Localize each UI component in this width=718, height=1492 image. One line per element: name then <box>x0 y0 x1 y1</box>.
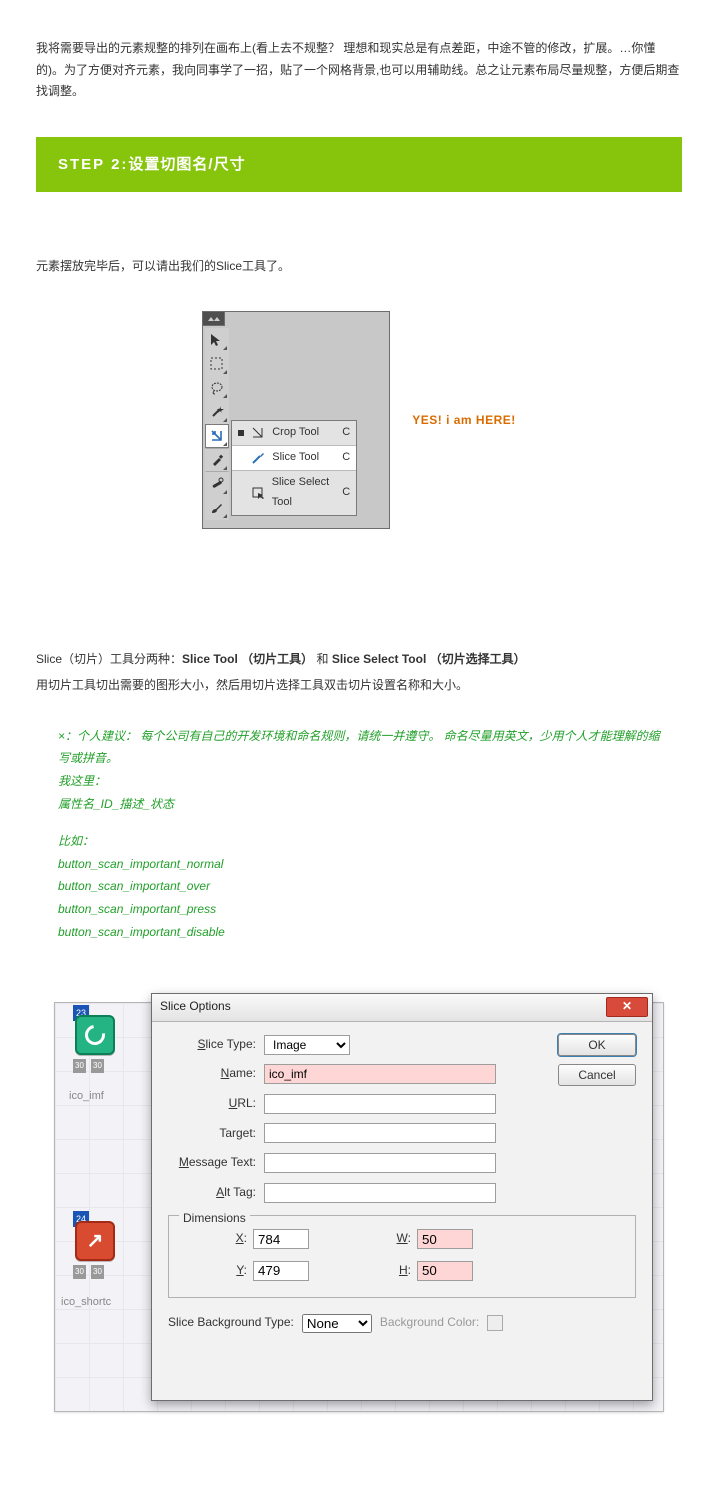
note-line: 属性名_ID_描述_状态 <box>58 793 664 816</box>
healing-brush-tool[interactable] <box>205 472 229 496</box>
name-field[interactable] <box>264 1064 496 1084</box>
flyout-label: Slice Tool <box>272 448 319 468</box>
crop-icon <box>250 425 266 441</box>
close-button[interactable]: ✕ <box>606 997 648 1017</box>
tool-column <box>205 328 229 520</box>
flyout-crop-tool[interactable]: Crop Tool C <box>232 421 356 446</box>
step-banner: STEP 2:设置切图名/尺寸 <box>36 137 682 192</box>
note-example: button_scan_important_press <box>58 898 664 921</box>
y-label: Y: <box>183 1260 247 1282</box>
canvas-label: ico_shortc <box>61 1293 111 1313</box>
magic-wand-tool[interactable] <box>205 400 229 424</box>
dialog-title: Slice Options <box>160 996 231 1018</box>
dimensions-fieldset: Dimensions X: W: Y: H: <box>168 1215 636 1298</box>
panel-collapse-tab[interactable] <box>203 312 225 326</box>
intro-paragraph: 我将需要导出的元素规整的排列在画布上(看上去不规整？ 理想和现实总是有点差距，中… <box>36 38 682 103</box>
note-example: button_scan_important_normal <box>58 853 664 876</box>
note-example: button_scan_important_disable <box>58 921 664 944</box>
note-line: 我这里： <box>58 770 664 793</box>
ico-imf-icon <box>75 1015 115 1055</box>
naming-advice-note: ×：个人建议： 每个公司有自己的开发环境和命名规则，请统一并遵守。 命名尽量用英… <box>36 725 682 944</box>
flyout-slice-tool[interactable]: Slice Tool C <box>232 446 356 471</box>
after-banner-paragraph: 元素摆放完毕后，可以请出我们的Slice工具了。 <box>36 256 682 278</box>
canvas-label: ico_imf <box>69 1087 104 1107</box>
slice-bg-type-label: Slice Background Type: <box>168 1312 294 1334</box>
dialog-titlebar[interactable]: Slice Options ✕ <box>152 994 652 1022</box>
grid-badge: 30 <box>91 1059 104 1073</box>
tool-flyout: Crop Tool C Slice Tool C Slice Select To… <box>231 420 357 515</box>
flyout-active-marker <box>238 430 244 436</box>
x-field[interactable] <box>253 1229 309 1249</box>
step-title: 设置切图名/尺寸 <box>128 156 245 173</box>
slice-options-dialog: Slice Options ✕ OK Cancel Slice Type: Im… <box>151 993 653 1401</box>
grid-badge: 30 <box>73 1059 86 1073</box>
toolbar-panel: Crop Tool C Slice Tool C Slice Select To… <box>202 311 390 529</box>
alt-label: Alt Tag: <box>168 1182 264 1204</box>
flyout-shortcut: C <box>342 423 350 443</box>
x-label: X: <box>183 1228 247 1250</box>
message-label: Message Text: <box>168 1152 264 1174</box>
marquee-tool[interactable] <box>205 352 229 376</box>
usage-paragraph: 用切片工具切出需要的图形大小，然后用切片选择工具双击切片设置名称和大小。 <box>36 675 682 697</box>
note-example: button_scan_important_over <box>58 875 664 898</box>
message-field[interactable] <box>264 1153 496 1173</box>
eyedropper-tool[interactable] <box>205 448 229 472</box>
ok-button[interactable]: OK <box>558 1034 636 1056</box>
brush-tool[interactable] <box>205 496 229 520</box>
slice-select-icon <box>250 485 266 501</box>
move-tool[interactable] <box>205 328 229 352</box>
flyout-label: Slice Select Tool <box>272 473 351 513</box>
alt-field[interactable] <box>264 1183 496 1203</box>
cancel-button[interactable]: Cancel <box>558 1064 636 1086</box>
slice-type-label: Slice Type: <box>168 1034 264 1056</box>
tools-description-paragraph: Slice（切片）工具分两种：Slice Tool （切片工具） 和 Slice… <box>36 649 682 671</box>
slice-icon <box>250 450 266 466</box>
y-field[interactable] <box>253 1261 309 1281</box>
annotation-yes-here: YES! i am HERE! <box>412 410 516 432</box>
w-label: W: <box>347 1228 411 1250</box>
photoshop-tools-figure: Crop Tool C Slice Tool C Slice Select To… <box>36 311 682 529</box>
bg-color-swatch[interactable] <box>487 1315 503 1331</box>
slice-options-figure: 23 30 30 ico_imf 24 30 30 ico_shortc Sli… <box>54 1002 664 1412</box>
dimensions-legend: Dimensions <box>179 1208 250 1230</box>
flyout-shortcut: C <box>342 448 350 468</box>
target-field[interactable] <box>264 1123 496 1143</box>
grid-badge: 30 <box>73 1265 86 1279</box>
target-label: Target: <box>168 1123 264 1145</box>
note-line: 比如： <box>58 830 664 853</box>
note-line: ×：个人建议： 每个公司有自己的开发环境和命名规则，请统一并遵守。 命名尽量用英… <box>58 725 664 771</box>
url-label: URL: <box>168 1093 264 1115</box>
flyout-shortcut: C <box>342 483 350 503</box>
h-field[interactable] <box>417 1261 473 1281</box>
h-label: H: <box>347 1260 411 1282</box>
bg-color-label: Background Color: <box>380 1312 479 1334</box>
crop-tool[interactable] <box>205 424 229 448</box>
close-icon: ✕ <box>622 996 632 1018</box>
flyout-label: Crop Tool <box>272 423 319 443</box>
grid-badge: 30 <box>91 1265 104 1279</box>
flyout-slice-select-tool[interactable]: Slice Select Tool C <box>232 471 356 515</box>
slice-bg-type-select[interactable]: None <box>302 1314 372 1333</box>
url-field[interactable] <box>264 1094 496 1114</box>
slice-type-select[interactable]: Image <box>264 1035 350 1055</box>
w-field[interactable] <box>417 1229 473 1249</box>
lasso-tool[interactable] <box>205 376 229 400</box>
name-label: Name: <box>168 1063 264 1085</box>
ico-shortcut-icon <box>75 1221 115 1261</box>
step-prefix: STEP 2: <box>58 156 128 173</box>
